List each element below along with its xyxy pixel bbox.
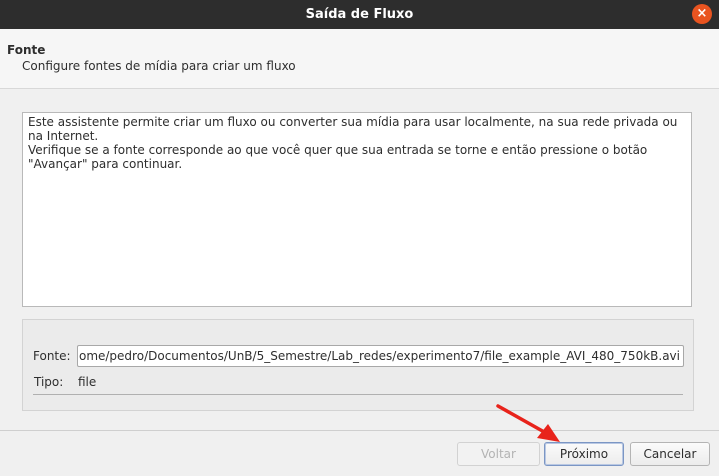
footer-divider — [0, 430, 719, 431]
page-title: Fonte — [7, 43, 46, 57]
close-icon: × — [696, 6, 708, 21]
fonte-field[interactable]: /home/pedro/Documentos/UnB/5_Semestre/La… — [77, 345, 684, 367]
info-text-box: Este assistente permite criar um fluxo o… — [22, 112, 692, 307]
group-divider — [33, 394, 683, 395]
tipo-label: Tipo: — [34, 375, 64, 389]
page-subtitle: Configure fontes de mídia para criar um … — [22, 59, 296, 73]
cancel-button[interactable]: Cancelar — [630, 442, 710, 466]
header-divider — [0, 88, 719, 89]
info-text-line: Verifique se a fonte corresponde ao que … — [28, 143, 648, 171]
info-text-line: Este assistente permite criar um fluxo o… — [28, 115, 678, 143]
window-title: Saída de Fluxo — [305, 7, 414, 22]
title-bar: Saída de Fluxo × — [0, 0, 719, 29]
fonte-label: Fonte: — [33, 349, 71, 363]
close-button[interactable]: × — [692, 4, 712, 24]
back-button[interactable]: Voltar — [457, 442, 540, 466]
wizard-header: Fonte Configure fontes de mídia para cri… — [0, 29, 719, 88]
tipo-value: file — [78, 375, 97, 389]
next-button[interactable]: Próximo — [544, 442, 624, 466]
fonte-value: /home/pedro/Documentos/UnB/5_Semestre/La… — [77, 349, 680, 363]
